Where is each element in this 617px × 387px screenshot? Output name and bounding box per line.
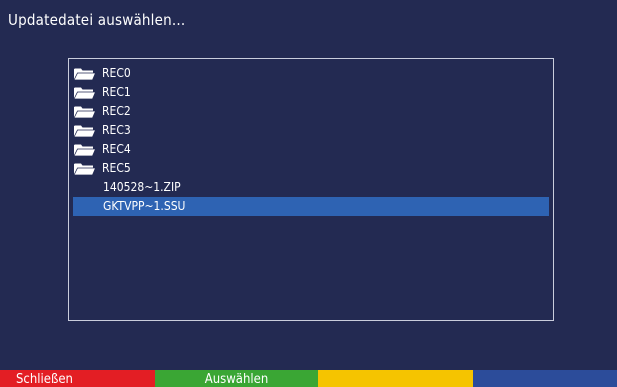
yellow-key-button[interactable] [318, 370, 473, 387]
folder-icon [73, 162, 96, 176]
blue-key-button[interactable] [473, 370, 617, 387]
folder-item-rec3[interactable]: REC3 [73, 121, 549, 140]
folder-item-rec0[interactable]: REC0 [73, 64, 549, 83]
green-key-label: Auswählen [204, 372, 269, 387]
file-item-zip[interactable]: 140528~1.ZIP [73, 178, 549, 197]
folder-item-rec1[interactable]: REC1 [73, 83, 549, 102]
red-key-label: Schließen [16, 372, 73, 387]
file-list: REC0 REC1 REC2 REC3 REC4 REC5 140528~1.Z… [73, 64, 549, 216]
red-key-close-button[interactable]: Schließen [0, 370, 155, 387]
file-item-ssu-selected[interactable]: GKTVPP~1.SSU [73, 197, 549, 216]
folder-label: REC1 [102, 85, 131, 99]
folder-icon [73, 143, 96, 157]
file-label: GKTVPP~1.SSU [103, 199, 186, 213]
folder-item-rec2[interactable]: REC2 [73, 102, 549, 121]
folder-icon [73, 86, 96, 100]
folder-label: REC4 [102, 142, 131, 156]
folder-icon [73, 124, 96, 138]
page-title: Updatedatei auswählen... [8, 11, 186, 29]
folder-icon [73, 67, 96, 81]
folder-item-rec4[interactable]: REC4 [73, 140, 549, 159]
folder-label: REC0 [102, 66, 131, 80]
file-label: 140528~1.ZIP [103, 180, 181, 194]
folder-item-rec5[interactable]: REC5 [73, 159, 549, 178]
file-browser-panel: REC0 REC1 REC2 REC3 REC4 REC5 140528~1.Z… [68, 58, 554, 321]
folder-icon [73, 105, 96, 119]
folder-label: REC2 [102, 104, 131, 118]
folder-label: REC3 [102, 123, 131, 137]
folder-label: REC5 [102, 161, 131, 175]
color-key-bar: Schließen Auswählen [0, 370, 617, 387]
green-key-select-button[interactable]: Auswählen [155, 370, 318, 387]
update-file-dialog: Updatedatei auswählen... REC0 REC1 REC2 … [0, 0, 617, 387]
